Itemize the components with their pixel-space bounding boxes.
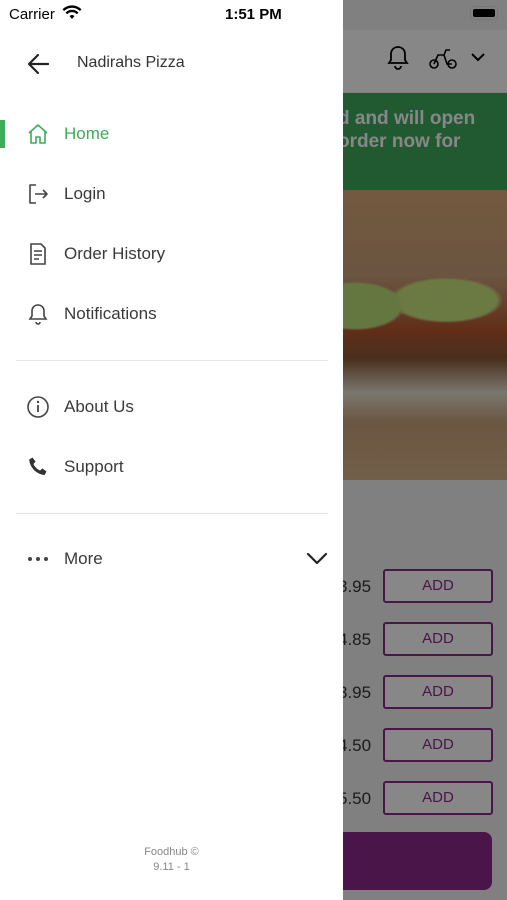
chevron-down-icon[interactable] [306,549,328,572]
menu-item-more[interactable]: More [0,535,343,583]
phone-icon [26,455,50,479]
menu-item-support[interactable]: Support [0,443,343,491]
menu-item-login[interactable]: Login [0,170,343,218]
status-bar: Carrier 1:51 PM [0,0,507,30]
login-icon [26,182,50,206]
carrier-label: Carrier [9,6,55,23]
more-dots-icon [26,547,50,571]
menu-item-label: About Us [64,397,134,416]
menu-item-label: Home [64,124,110,143]
clock: 1:51 PM [225,6,282,23]
wifi-icon [62,5,82,26]
back-arrow-icon[interactable] [26,51,52,77]
menu-item-label: Order History [64,244,166,263]
active-indicator [0,120,5,148]
info-icon [26,395,50,419]
battery-icon [470,6,498,20]
menu-item-label: Notifications [64,304,157,323]
divider [16,513,328,514]
footer-brand: Foodhub © [144,846,199,858]
order-history-icon [26,242,50,266]
menu-item-notifications[interactable]: Notifications [0,290,343,338]
divider [16,360,328,361]
menu-item-label: Login [64,184,106,203]
menu-item-label: More [64,549,103,568]
menu-item-label: Support [64,457,124,476]
menu-item-about-us[interactable]: About Us [0,383,343,431]
home-icon [26,122,50,146]
menu-item-order-history[interactable]: Order History [0,230,343,278]
side-drawer: Nadirahs Pizza Home Login Order History … [0,0,343,900]
menu-item-home[interactable]: Home [0,110,343,158]
footer-version: 9.11 - 1 [153,861,190,873]
restaurant-name: Nadirahs Pizza [77,54,185,71]
bell-icon [26,302,50,326]
